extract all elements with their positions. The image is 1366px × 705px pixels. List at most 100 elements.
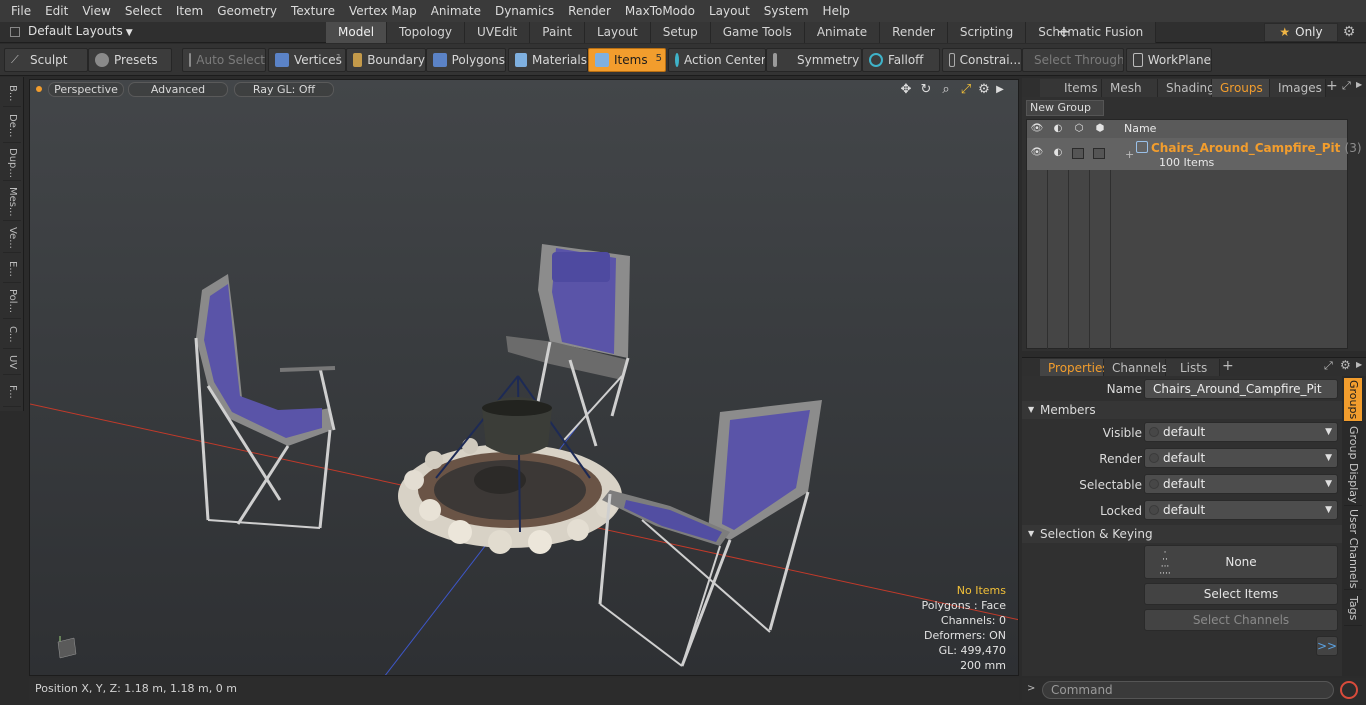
- menu-animate[interactable]: Animate: [424, 0, 488, 22]
- more-button[interactable]: >>: [1316, 636, 1338, 656]
- tab-schematic-fusion[interactable]: Schematic Fusion: [1026, 22, 1157, 43]
- left-tab-fusion[interactable]: F...: [3, 377, 21, 407]
- presets-button[interactable]: Presets: [88, 48, 172, 72]
- command-history-arrow-icon[interactable]: >: [1027, 683, 1035, 694]
- command-input[interactable]: Command: [1042, 681, 1334, 699]
- tab-topology[interactable]: Topology: [387, 22, 466, 43]
- tab-items[interactable]: Items: [1040, 79, 1102, 97]
- move-view-icon[interactable]: ✥: [898, 82, 914, 98]
- side-tab-group-display[interactable]: Group Display: [1344, 424, 1362, 506]
- tab-properties[interactable]: Properties: [1040, 359, 1109, 377]
- sculpt-button[interactable]: ⟋ Sculpt: [4, 48, 88, 72]
- workplane-button[interactable]: WorkPlane: [1126, 48, 1212, 72]
- tab-model[interactable]: Model: [326, 22, 388, 43]
- selection-keying-section[interactable]: ▼ Selection & Keying: [1022, 525, 1342, 543]
- menu-geometry[interactable]: Geometry: [210, 0, 284, 22]
- items-button[interactable]: Items 5: [588, 48, 666, 72]
- record-stop-icon[interactable]: [1340, 681, 1358, 699]
- members-section[interactable]: ▼ Members: [1022, 401, 1342, 419]
- side-tab-groups[interactable]: Groups: [1344, 378, 1362, 422]
- menu-item[interactable]: Item: [169, 0, 210, 22]
- polygons-button[interactable]: Polygons: [426, 48, 506, 72]
- layout-grid-icon[interactable]: [10, 27, 20, 37]
- menu-help[interactable]: Help: [816, 0, 857, 22]
- row-render-icon[interactable]: ◐: [1051, 146, 1065, 160]
- menu-vertex-map[interactable]: Vertex Map: [342, 0, 424, 22]
- menu-select[interactable]: Select: [118, 0, 169, 22]
- add-tab-plus-icon[interactable]: +: [1056, 22, 1072, 42]
- view-type-dropdown[interactable]: Perspective: [48, 82, 124, 97]
- menu-layout[interactable]: Layout: [702, 0, 757, 22]
- tab-setup[interactable]: Setup: [650, 22, 711, 43]
- boundary-button[interactable]: Boundary: [346, 48, 426, 72]
- auto-select-button[interactable]: Auto Select: [182, 48, 266, 72]
- falloff-button[interactable]: Falloff: [862, 48, 940, 72]
- tab-channels[interactable]: Channels: [1104, 359, 1168, 377]
- shading-dropdown[interactable]: Advanced: [128, 82, 228, 97]
- gear-icon[interactable]: ⚙: [1341, 24, 1357, 40]
- tab-paint[interactable]: Paint: [530, 22, 585, 43]
- raygl-toggle[interactable]: Ray GL: Off: [234, 82, 334, 97]
- menu-view[interactable]: View: [75, 0, 117, 22]
- left-tab-duplicate[interactable]: Dup...: [3, 145, 21, 181]
- tab-game-tools[interactable]: Game Tools: [710, 22, 805, 43]
- vertices-button[interactable]: Vertices 1: [268, 48, 346, 72]
- expand-panel-icon[interactable]: ⤢: [1342, 79, 1356, 93]
- visible-dropdown[interactable]: default ▼: [1144, 422, 1338, 442]
- left-tab-uv[interactable]: UV: [3, 351, 21, 375]
- tab-layout[interactable]: Layout: [584, 22, 651, 43]
- properties-gear-icon[interactable]: ⚙: [1340, 358, 1354, 372]
- panel-arrow-icon[interactable]: ▶: [1356, 80, 1366, 89]
- viewport-settings-gear-icon[interactable]: ⚙: [976, 82, 992, 98]
- locked-dropdown[interactable]: default ▼: [1144, 500, 1338, 520]
- menu-file[interactable]: File: [4, 0, 38, 22]
- menu-render[interactable]: Render: [561, 0, 618, 22]
- menu-edit[interactable]: Edit: [38, 0, 75, 22]
- render-dropdown[interactable]: default ▼: [1144, 448, 1338, 468]
- new-group-button[interactable]: New Group: [1026, 100, 1104, 116]
- tab-shading[interactable]: Shading: [1158, 79, 1215, 97]
- layout-selector[interactable]: Default Layouts ▼: [28, 24, 133, 38]
- selectable-cube-icon[interactable]: ⬢: [1093, 122, 1107, 136]
- select-items-button[interactable]: Select Items: [1144, 583, 1338, 605]
- visibility-eye-icon[interactable]: 👁: [1030, 122, 1044, 136]
- action-center-button[interactable]: Action Center: [668, 48, 766, 72]
- menu-maxtomodo[interactable]: MaxToModo: [618, 0, 702, 22]
- 3d-viewport[interactable]: Perspective Advanced Ray GL: Off ✥ ↻ ⌕ ⤢…: [29, 79, 1019, 676]
- row-lock-checkbox[interactable]: [1072, 148, 1084, 159]
- tab-uvedit[interactable]: UVEdit: [465, 22, 531, 43]
- left-tab-vertex[interactable]: Ve...: [3, 223, 21, 253]
- none-button[interactable]: · ·· ··· ···· None: [1144, 545, 1338, 579]
- add-tab-plus-icon[interactable]: +: [1326, 78, 1338, 94]
- viewport-menu-dot-icon[interactable]: [36, 86, 42, 92]
- lock-cube-icon[interactable]: ⬡: [1072, 122, 1086, 136]
- tab-groups[interactable]: Groups: [1212, 79, 1270, 97]
- left-tab-curve[interactable]: C...: [3, 321, 21, 349]
- tab-animate[interactable]: Animate: [804, 22, 881, 43]
- name-field[interactable]: Chairs_Around_Campfire_Pit (3): [1144, 379, 1338, 414]
- constraints-button[interactable]: Constrai...: [942, 48, 1022, 72]
- select-channels-button[interactable]: Select Channels: [1144, 609, 1338, 631]
- menu-dynamics[interactable]: Dynamics: [488, 0, 561, 22]
- panel-arrow-icon[interactable]: ▶: [1356, 360, 1366, 369]
- render-icon[interactable]: ◐: [1051, 122, 1065, 136]
- row-visibility-eye-icon[interactable]: 👁: [1030, 146, 1044, 160]
- tab-scripting[interactable]: Scripting: [947, 22, 1027, 43]
- selectable-dropdown[interactable]: default ▼: [1144, 474, 1338, 494]
- zoom-view-icon[interactable]: ⌕: [938, 82, 954, 98]
- tab-lists[interactable]: Lists: [1166, 359, 1220, 377]
- expand-plus-icon[interactable]: +: [1125, 148, 1134, 161]
- tab-render[interactable]: Render: [880, 22, 948, 43]
- left-tab-deform[interactable]: De...: [3, 109, 21, 143]
- row-selectable-checkbox[interactable]: [1093, 148, 1105, 159]
- left-tab-polygon[interactable]: Pol...: [3, 285, 21, 319]
- tab-mesh[interactable]: Mesh ...: [1102, 79, 1158, 113]
- add-tab-plus-icon[interactable]: +: [1222, 358, 1234, 374]
- menu-texture[interactable]: Texture: [284, 0, 342, 22]
- group-row[interactable]: 👁 ◐ + Chairs_Around_Campfire_Pit (3) 100…: [1027, 138, 1362, 170]
- side-tab-user-channels[interactable]: User Channels: [1344, 508, 1362, 590]
- symmetry-button[interactable]: Symmetry: [766, 48, 862, 72]
- only-toggle-button[interactable]: ★ Only: [1264, 23, 1338, 42]
- viewport-more-arrow-icon[interactable]: ▶: [992, 82, 1008, 98]
- tab-images[interactable]: Images: [1270, 79, 1326, 97]
